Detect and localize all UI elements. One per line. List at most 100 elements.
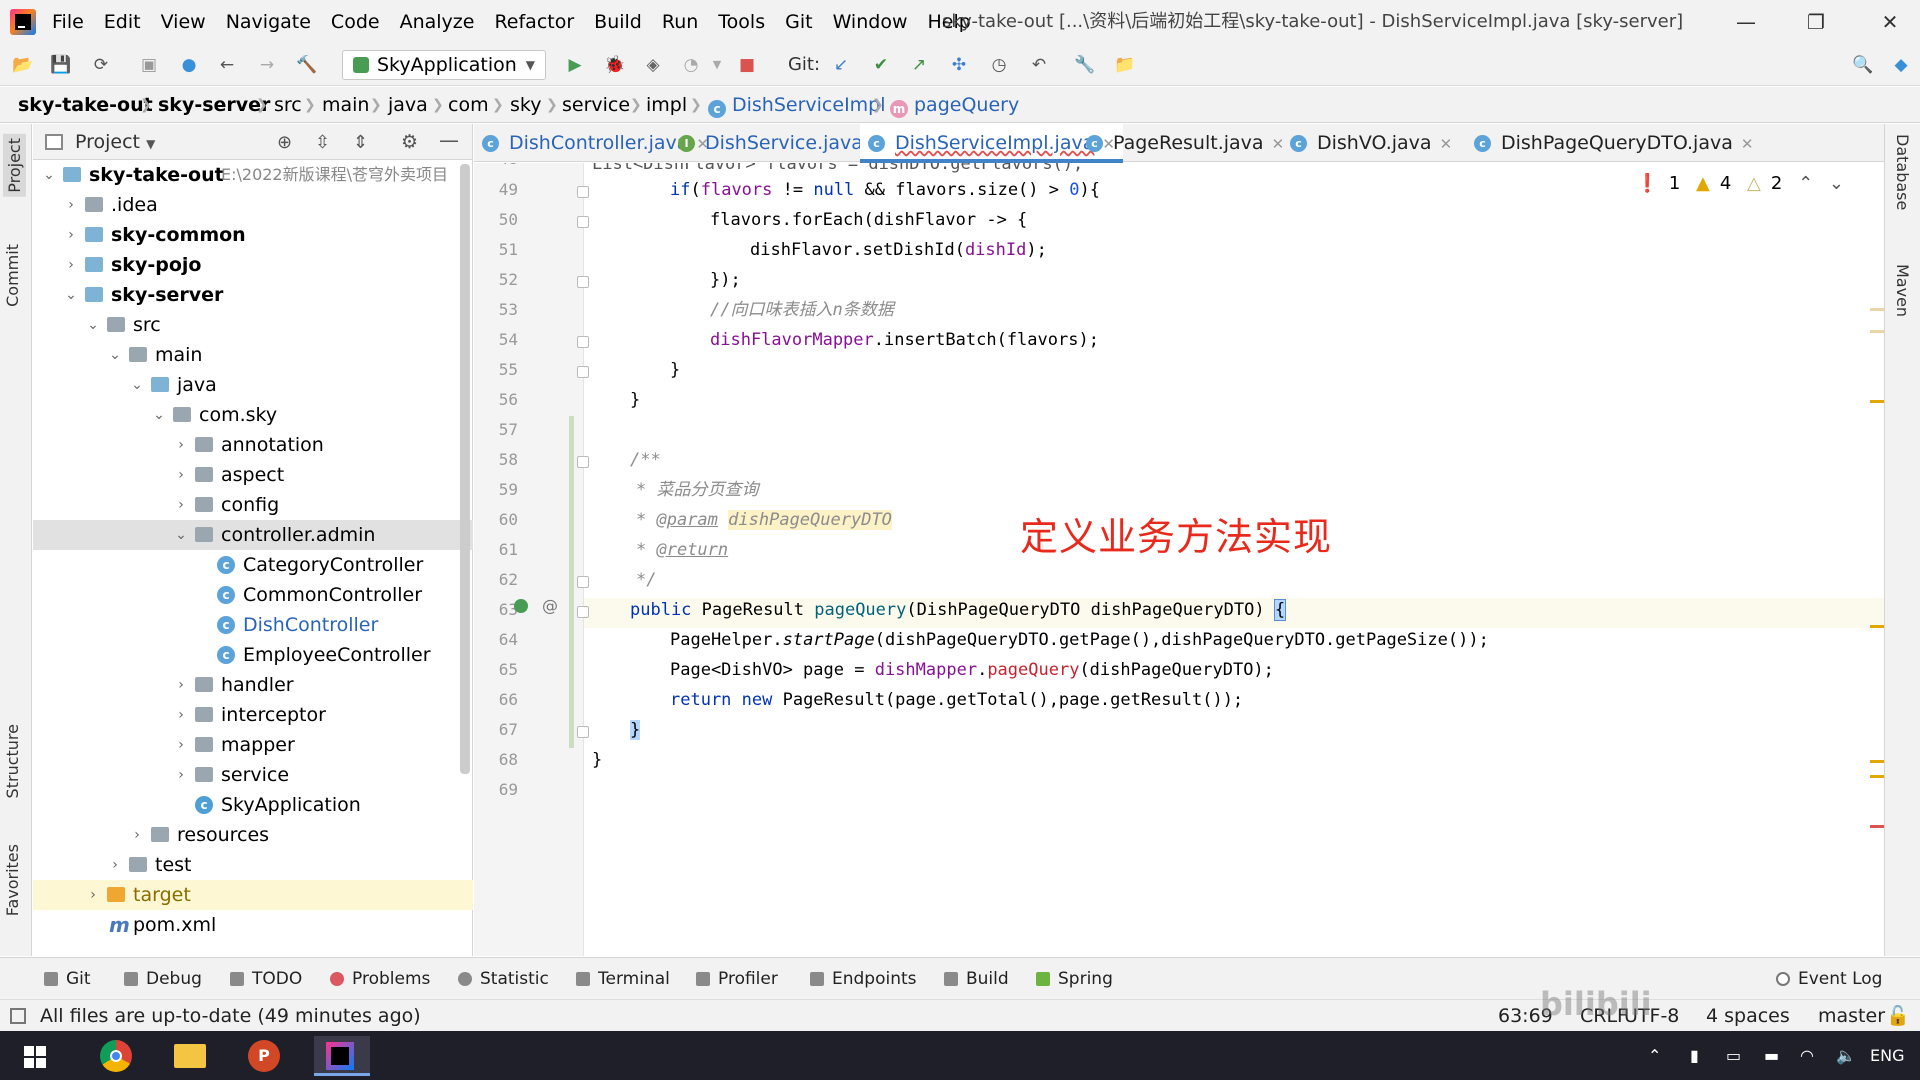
tab-dishpagequerydto[interactable]: c DishPageQueryDTO.java ✕ [1474, 124, 1753, 162]
fold-marker-icon[interactable] [577, 576, 589, 588]
network-icon[interactable]: ▭ [1726, 1031, 1741, 1080]
breadcrumb-item[interactable]: com [448, 87, 489, 123]
menu-edit[interactable]: Edit [104, 0, 141, 44]
fold-marker-icon[interactable] [577, 606, 589, 618]
tool-problems[interactable]: Problems [330, 958, 430, 1000]
error-stripe-mark[interactable] [1870, 760, 1884, 763]
close-tab-icon[interactable]: ✕ [1272, 135, 1285, 153]
tree-item-com-sky[interactable]: ⌄ com.sky [33, 400, 473, 430]
error-stripe-mark[interactable] [1870, 308, 1884, 311]
tree-item-handler[interactable]: › handler [33, 670, 473, 700]
tree-item-dishcontroller[interactable]: c DishController [33, 610, 473, 640]
history-icon[interactable]: ◷ [988, 54, 1010, 76]
menu-file[interactable]: File [52, 0, 84, 44]
menu-window[interactable]: Window [833, 0, 908, 44]
indent-setting[interactable]: 4 spaces [1706, 1000, 1790, 1032]
breadcrumb-class[interactable]: c DishServiceImpl [708, 87, 886, 123]
more-run-icon[interactable]: ▼ [706, 54, 728, 76]
breadcrumb-item[interactable]: main [322, 87, 369, 123]
tree-item-categorycontroller[interactable]: c CategoryController [33, 550, 473, 580]
tree-item-sky-take-out[interactable]: ⌄ sky-take-out E:\2022新版课程\苍穹外卖项目 [33, 160, 473, 190]
project-scrollbar[interactable] [460, 164, 470, 774]
code-editor[interactable]: List<DishFlavor> flavors = dishDTO.getFl… [474, 163, 1884, 956]
hide-panel-icon[interactable]: — [439, 128, 459, 152]
tool-todo[interactable]: TODO [230, 958, 302, 1000]
annotation-at-icon[interactable]: @ [542, 596, 558, 615]
fold-marker-icon[interactable] [577, 216, 589, 228]
tab-pageresult[interactable]: c PageResult.java ✕ [1086, 124, 1284, 162]
fold-marker-icon[interactable] [577, 186, 589, 198]
menu-view[interactable]: View [161, 0, 206, 44]
build-hammer-icon[interactable]: 🔨 [296, 54, 318, 76]
breadcrumb-item[interactable]: src [274, 87, 302, 123]
fold-marker-icon[interactable] [577, 366, 589, 378]
tree-item-sky-server[interactable]: ⌄ sky-server [33, 280, 473, 310]
inspection-widget[interactable]: ❗ 1 ▲ 4 △ 2 ⌃ ⌄ [1626, 173, 1844, 194]
menu-build[interactable]: Build [594, 0, 642, 44]
back-icon[interactable]: ← [216, 54, 238, 76]
status-panel-icon[interactable] [10, 1008, 26, 1024]
structure-tool-tab[interactable]: Structure [3, 724, 22, 798]
breadcrumb-item[interactable]: sky-take-out [18, 87, 153, 123]
open-folder-icon[interactable]: 📂 [12, 54, 34, 76]
menu-refactor[interactable]: Refactor [494, 0, 574, 44]
volume-icon[interactable]: 🔈 [1836, 1031, 1856, 1080]
menu-tools[interactable]: Tools [718, 0, 765, 44]
tree-item-sky-pojo[interactable]: › sky-pojo [33, 250, 473, 280]
powerpoint-icon[interactable]: P [240, 1036, 296, 1076]
chevron-up-icon[interactable]: ⌃ [1798, 173, 1813, 194]
favorites-tool-tab[interactable]: Favorites [3, 844, 22, 916]
jetbrains-icon[interactable]: ◆ [1890, 54, 1912, 76]
tree-item-mapper[interactable]: › mapper [33, 730, 473, 760]
chevron-down-icon[interactable]: ⌄ [1829, 173, 1844, 194]
error-stripe-mark[interactable] [1870, 330, 1884, 333]
rollback-icon[interactable]: ↶ [1028, 54, 1050, 76]
run-configuration-select[interactable]: SkyApplication ▼ [342, 50, 546, 80]
tray-chevron-up-icon[interactable]: ⌃ [1648, 1031, 1661, 1080]
tree-item-config[interactable]: › config [33, 490, 473, 520]
input-language[interactable]: ENG [1870, 1031, 1904, 1080]
menu-navigate[interactable]: Navigate [226, 0, 311, 44]
implementing-method-icon[interactable] [514, 599, 528, 613]
git-update-icon[interactable]: ↙ [830, 54, 852, 76]
tab-dishserviceimpl[interactable]: c DishServiceImpl.java ✕ [860, 124, 1123, 163]
collapse-all-icon[interactable]: ⇕ [353, 132, 368, 153]
wifi-icon[interactable]: ◠ [1800, 1031, 1814, 1080]
breadcrumb-item[interactable]: sky-server [158, 87, 270, 123]
tree-item-idea[interactable]: › .idea [33, 190, 473, 220]
breadcrumb-item[interactable]: sky [510, 87, 541, 123]
maven-tool-tab[interactable]: Maven [1893, 264, 1912, 317]
error-stripe-mark[interactable] [1870, 400, 1884, 403]
battery-icon[interactable]: ▬ [1764, 1031, 1779, 1080]
intellij-taskbar-icon[interactable] [314, 1036, 370, 1076]
project-structure-icon[interactable]: ▣ [138, 54, 160, 76]
project-structure-folder-icon[interactable]: 📁 [1114, 54, 1136, 76]
fold-marker-icon[interactable] [577, 276, 589, 288]
menu-run[interactable]: Run [662, 0, 698, 44]
tree-item-main[interactable]: ⌄ main [33, 340, 473, 370]
tree-item-test[interactable]: › test [33, 850, 473, 880]
tree-item-target[interactable]: › target [33, 880, 473, 910]
breadcrumb-item[interactable]: impl [646, 87, 687, 123]
tree-item-src[interactable]: ⌄ src [33, 310, 473, 340]
project-tool-tab[interactable]: Project [3, 134, 26, 197]
tab-dishservice[interactable]: IDishService.java✕ [678, 124, 884, 162]
tool-endpoints[interactable]: Endpoints [810, 958, 917, 1000]
database-tool-tab[interactable]: Database [1893, 134, 1912, 210]
chrome-icon[interactable] [92, 1036, 148, 1076]
tree-item-java[interactable]: ⌄ java [33, 370, 473, 400]
tool-build[interactable]: Build [944, 958, 1009, 1000]
settings-wrench-icon[interactable]: 🔧 [1074, 54, 1096, 76]
breadcrumb-item[interactable]: java [388, 87, 428, 123]
lock-icon[interactable]: 🔓 [1886, 1000, 1910, 1032]
git-merge-icon[interactable]: ✣ [948, 54, 970, 76]
git-push-icon[interactable]: ↗ [908, 54, 930, 76]
project-view-select[interactable]: Project ▼ [75, 124, 155, 162]
tree-item-skyapplication[interactable]: c SkyApplication [33, 790, 473, 820]
sync-icon[interactable]: ⟳ [90, 54, 112, 76]
tree-item-resources[interactable]: › resources [33, 820, 473, 850]
fold-marker-icon[interactable] [577, 456, 589, 468]
locate-icon[interactable]: ⊕ [277, 132, 292, 153]
gear-icon[interactable]: ⚙ [401, 131, 418, 153]
tree-item-annotation[interactable]: › annotation [33, 430, 473, 460]
